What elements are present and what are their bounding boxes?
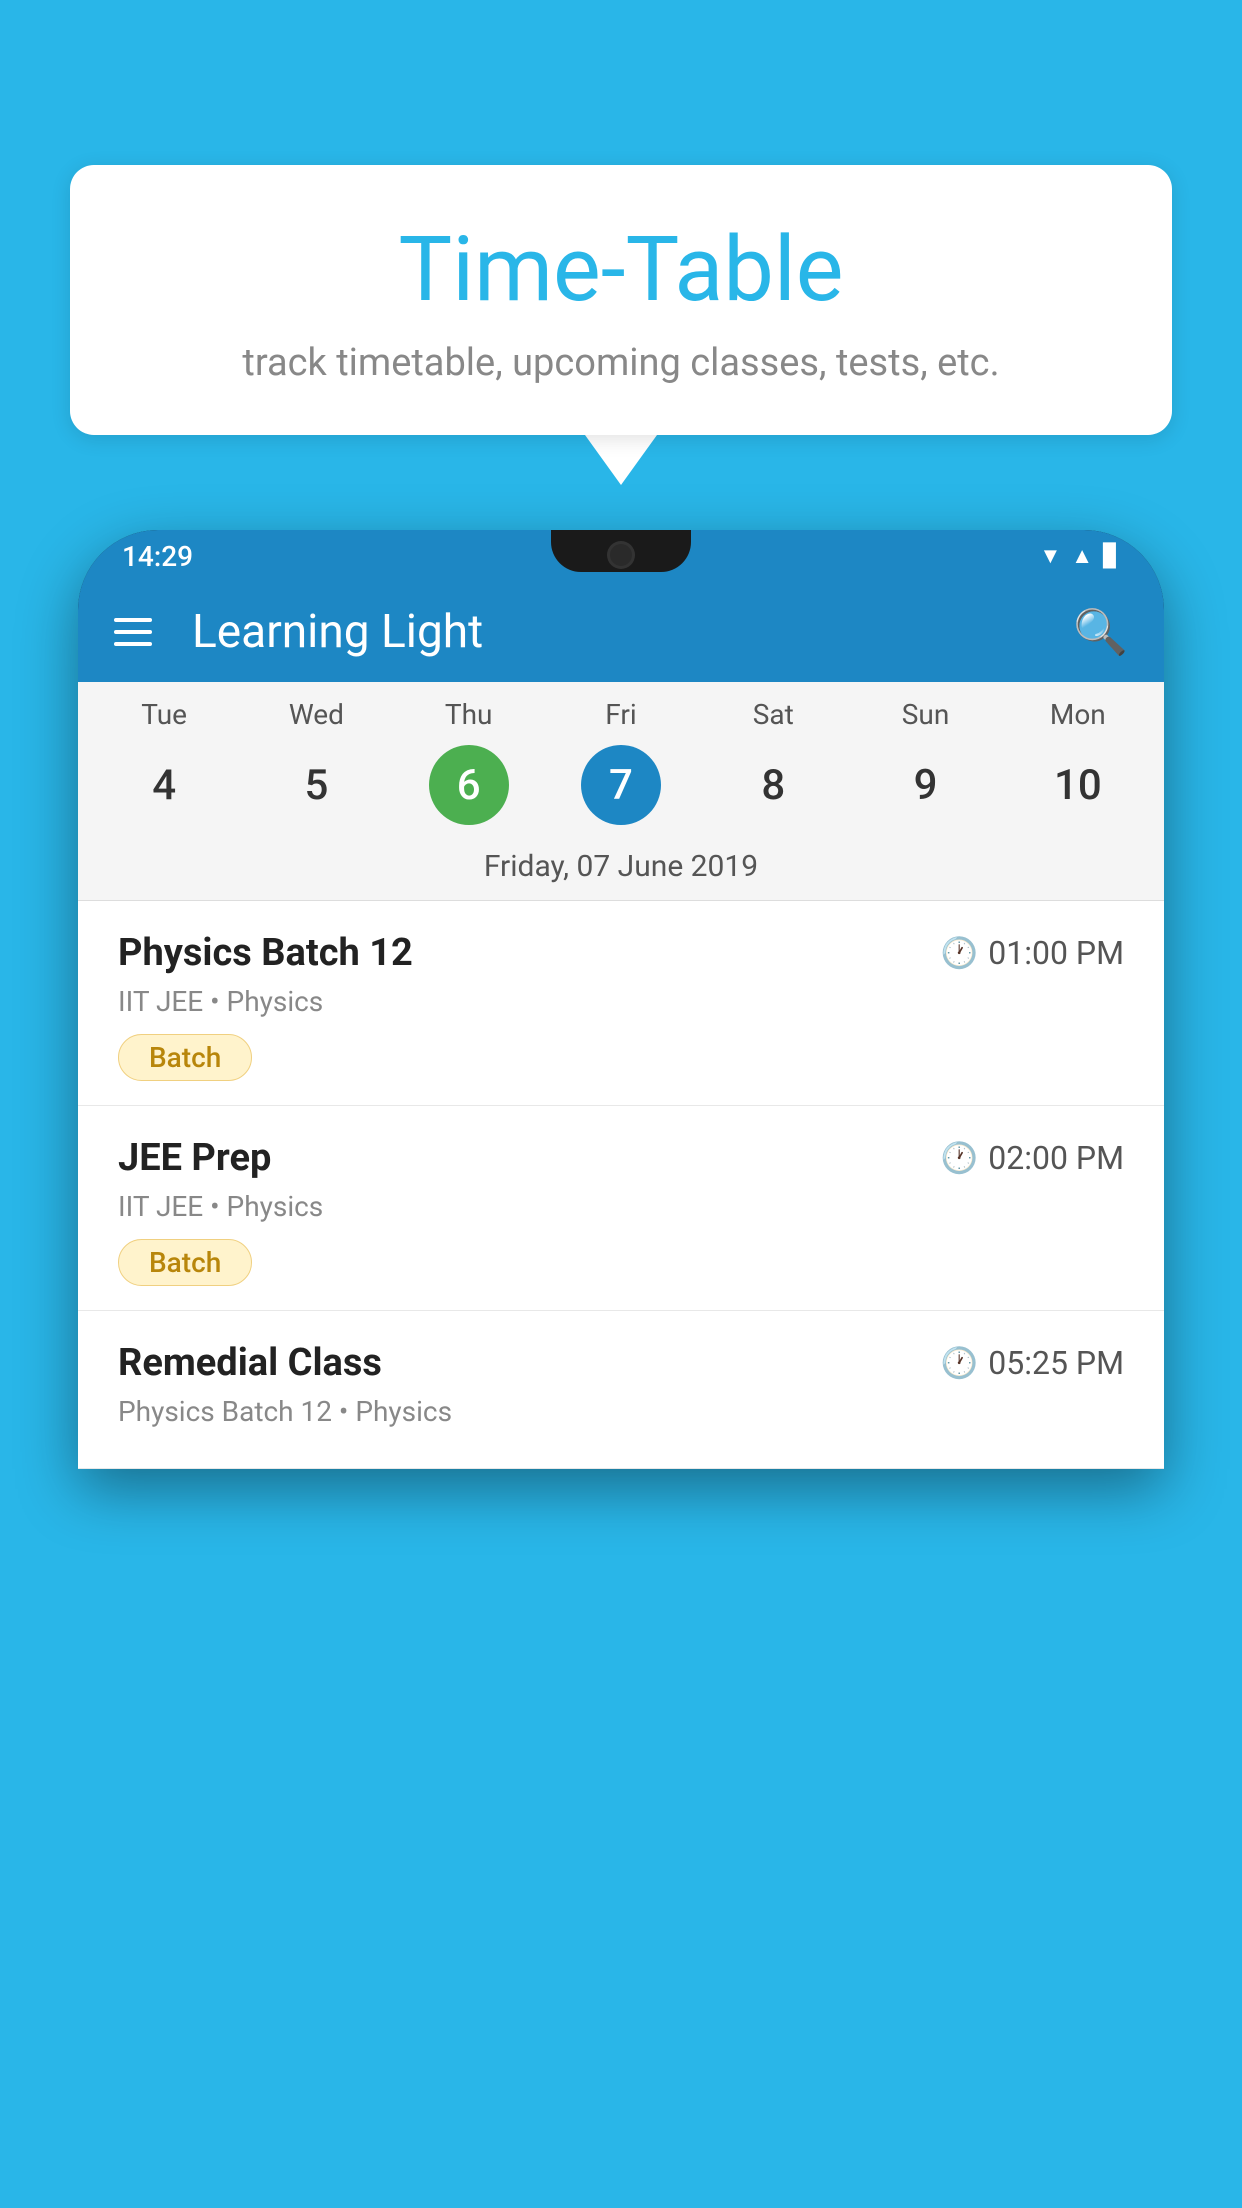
selected-date-label: Friday, 07 June 2019 xyxy=(78,835,1164,901)
day-col-sat[interactable]: Sat 8 xyxy=(708,698,838,825)
day-col-fri[interactable]: Fri 7 xyxy=(556,698,686,825)
status-time: 14:29 xyxy=(122,540,193,573)
phone-container: 14:29 ▼ ▲ ▊ Learning Light 🔍 Tue 4 Wed 5 Thu… xyxy=(78,530,1164,2208)
day-name: Mon xyxy=(1050,698,1106,731)
day-number[interactable]: 7 xyxy=(581,745,661,825)
class-name: Remedial Class xyxy=(118,1341,382,1385)
hamburger-menu-icon[interactable] xyxy=(114,618,152,646)
speech-bubble: Time-Table track timetable, upcoming cla… xyxy=(70,165,1172,435)
batch-badge: Batch xyxy=(118,1034,252,1081)
day-name: Tue xyxy=(141,698,187,731)
class-name: Physics Batch 12 xyxy=(118,931,413,975)
day-name: Sun xyxy=(902,698,950,731)
schedule-item[interactable]: JEE Prep 🕐 02:00 PM IIT JEE • Physics Batch xyxy=(78,1106,1164,1311)
class-detail: IIT JEE • Physics xyxy=(118,1190,1124,1223)
clock-icon: 🕐 xyxy=(941,1141,978,1176)
signal-icon: ▲ xyxy=(1071,543,1093,569)
day-number[interactable]: 5 xyxy=(276,745,356,825)
day-col-mon[interactable]: Mon 10 xyxy=(1013,698,1143,825)
class-time: 🕐 01:00 PM xyxy=(941,934,1124,972)
speech-bubble-subtitle: track timetable, upcoming classes, tests… xyxy=(130,341,1112,385)
clock-icon: 🕐 xyxy=(941,1346,978,1381)
day-col-sun[interactable]: Sun 9 xyxy=(861,698,991,825)
schedule-list: Physics Batch 12 🕐 01:00 PM IIT JEE • Physi… xyxy=(78,901,1164,1469)
schedule-item[interactable]: Physics Batch 12 🕐 01:00 PM IIT JEE • Physi… xyxy=(78,901,1164,1106)
schedule-item-header: Physics Batch 12 🕐 01:00 PM xyxy=(118,931,1124,975)
day-col-tue[interactable]: Tue 4 xyxy=(99,698,229,825)
battery-icon: ▊ xyxy=(1103,544,1120,569)
day-number[interactable]: 6 xyxy=(429,745,509,825)
day-col-wed[interactable]: Wed 5 xyxy=(251,698,381,825)
search-icon[interactable]: 🔍 xyxy=(1073,606,1128,658)
day-number[interactable]: 10 xyxy=(1038,745,1118,825)
class-time: 🕐 02:00 PM xyxy=(941,1139,1124,1177)
day-number[interactable]: 9 xyxy=(886,745,966,825)
day-col-thu[interactable]: Thu 6 xyxy=(404,698,534,825)
app-title: Learning Light xyxy=(192,605,1043,659)
wifi-icon: ▼ xyxy=(1040,543,1062,569)
speech-bubble-title: Time-Table xyxy=(130,220,1112,319)
clock-icon: 🕐 xyxy=(941,936,978,971)
time-text: 02:00 PM xyxy=(988,1139,1124,1177)
status-bar: 14:29 ▼ ▲ ▊ xyxy=(78,530,1164,582)
day-name: Thu xyxy=(445,698,493,731)
speech-bubble-container: Time-Table track timetable, upcoming cla… xyxy=(70,165,1172,485)
class-detail: Physics Batch 12 • Physics xyxy=(118,1395,1124,1428)
day-name: Sat xyxy=(753,698,794,731)
phone-frame: 14:29 ▼ ▲ ▊ Learning Light 🔍 Tue 4 Wed 5 Thu… xyxy=(78,530,1164,1469)
time-text: 01:00 PM xyxy=(988,934,1124,972)
app-bar: Learning Light 🔍 xyxy=(78,582,1164,682)
calendar-strip: Tue 4 Wed 5 Thu 6 Fri 7 Sat 8 Sun 9 Mon 10 Friday, 07… xyxy=(78,682,1164,901)
day-number[interactable]: 8 xyxy=(733,745,813,825)
schedule-item-header: JEE Prep 🕐 02:00 PM xyxy=(118,1136,1124,1180)
class-time: 🕐 05:25 PM xyxy=(941,1344,1124,1382)
class-detail: IIT JEE • Physics xyxy=(118,985,1124,1018)
batch-badge: Batch xyxy=(118,1239,252,1286)
speech-bubble-arrow xyxy=(585,435,657,485)
status-icons: ▼ ▲ ▊ xyxy=(1040,543,1120,569)
day-name: Wed xyxy=(289,698,344,731)
time-text: 05:25 PM xyxy=(988,1344,1124,1382)
schedule-item[interactable]: Remedial Class 🕐 05:25 PM Physics Batch 12 … xyxy=(78,1311,1164,1469)
day-name: Fri xyxy=(605,698,636,731)
class-name: JEE Prep xyxy=(118,1136,271,1180)
days-row: Tue 4 Wed 5 Thu 6 Fri 7 Sat 8 Sun 9 Mon 10 xyxy=(78,698,1164,825)
day-number[interactable]: 4 xyxy=(124,745,204,825)
schedule-item-header: Remedial Class 🕐 05:25 PM xyxy=(118,1341,1124,1385)
